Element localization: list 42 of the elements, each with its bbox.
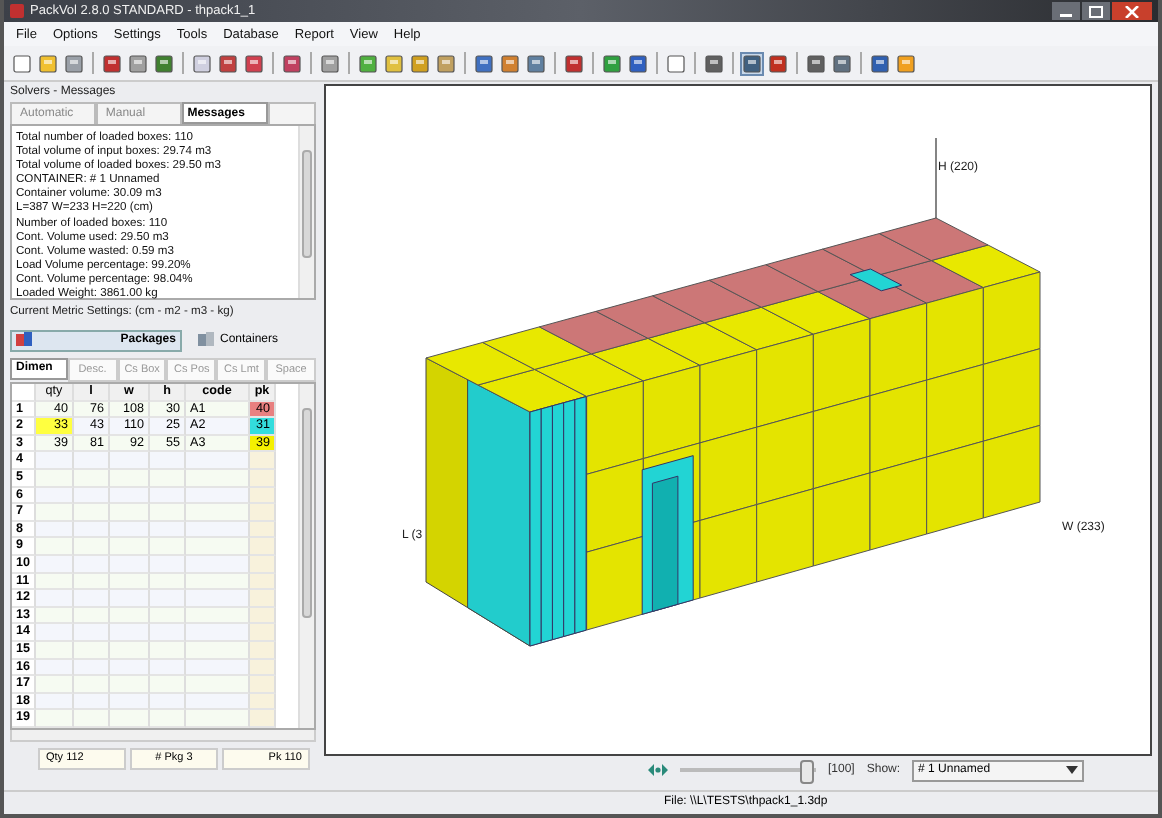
tool-icon[interactable] bbox=[100, 51, 124, 75]
tool-icon[interactable] bbox=[10, 51, 34, 75]
tool-icon[interactable] bbox=[126, 51, 150, 75]
app-icon bbox=[10, 4, 24, 18]
arrows-icon[interactable] bbox=[648, 762, 668, 778]
tool-icon[interactable] bbox=[498, 51, 522, 75]
close-button[interactable] bbox=[1112, 2, 1152, 20]
boxes-icon bbox=[198, 332, 214, 348]
tool-icon[interactable] bbox=[152, 51, 176, 75]
caret-icon bbox=[1066, 766, 1079, 774]
maximize-button[interactable] bbox=[1082, 2, 1110, 20]
tool-icon[interactable] bbox=[626, 51, 650, 75]
tool-icon[interactable] bbox=[600, 51, 624, 75]
scrollbar[interactable] bbox=[298, 126, 314, 298]
tool-icon[interactable] bbox=[804, 51, 828, 75]
tool-icon[interactable] bbox=[664, 51, 688, 75]
tool-icon[interactable] bbox=[868, 51, 892, 75]
scrollbar[interactable] bbox=[298, 384, 314, 728]
tool-icon[interactable] bbox=[356, 51, 380, 75]
tool-icon[interactable] bbox=[242, 51, 266, 75]
tool-icon[interactable] bbox=[36, 51, 60, 75]
tool-icon[interactable] bbox=[434, 51, 458, 75]
tool-icon[interactable] bbox=[562, 51, 586, 75]
close-icon bbox=[1124, 5, 1140, 17]
tool-icon[interactable] bbox=[190, 51, 214, 75]
tool-icon[interactable] bbox=[830, 51, 854, 75]
tool-icon[interactable] bbox=[408, 51, 432, 75]
tool-icon[interactable] bbox=[740, 51, 764, 75]
tool-icon[interactable] bbox=[280, 51, 304, 75]
slider-thumb[interactable] bbox=[799, 760, 814, 784]
minimize-button[interactable] bbox=[1052, 2, 1080, 20]
boxes-icon bbox=[16, 332, 32, 348]
tool-icon[interactable] bbox=[382, 51, 406, 75]
tool-icon[interactable] bbox=[472, 51, 496, 75]
tool-icon[interactable] bbox=[62, 51, 86, 75]
tool-icon[interactable] bbox=[524, 51, 548, 75]
tool-icon[interactable] bbox=[318, 51, 342, 75]
tool-icon[interactable] bbox=[766, 51, 790, 75]
tool-icon[interactable] bbox=[702, 51, 726, 75]
tool-icon[interactable] bbox=[216, 51, 240, 75]
maximize-icon bbox=[1088, 5, 1104, 17]
tool-icon[interactable] bbox=[894, 51, 918, 75]
